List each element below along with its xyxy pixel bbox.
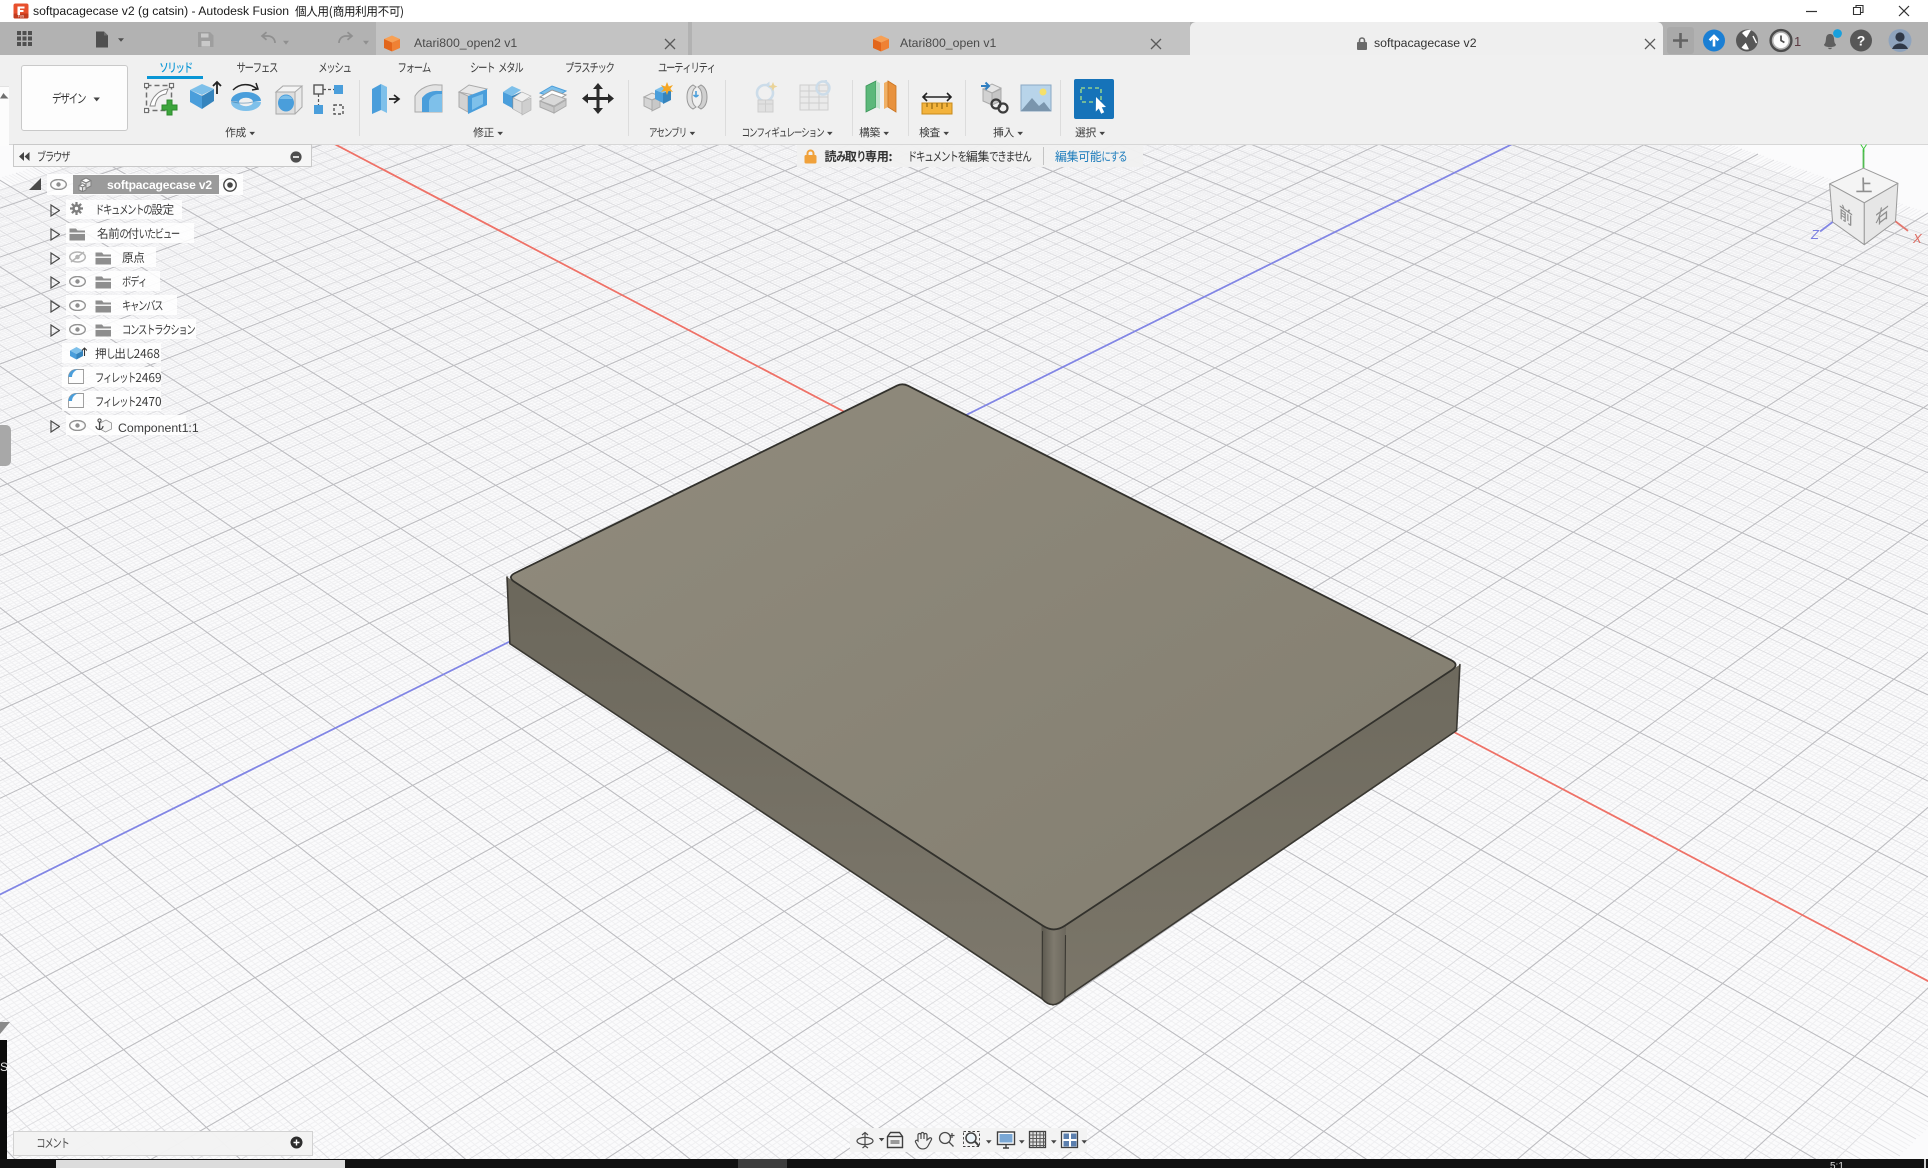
svg-text:FUS: FUS	[18, 15, 24, 19]
svg-text:?: ?	[1857, 32, 1866, 48]
